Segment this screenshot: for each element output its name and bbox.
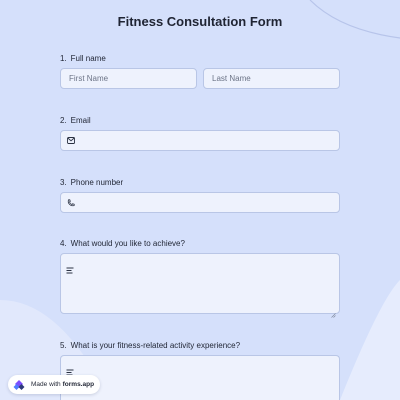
form-page: Fitness Consultation Form 1. Full name Fi… — [0, 0, 400, 400]
question-label-phone: 3. Phone number — [60, 178, 123, 187]
resize-handle-icon[interactable] — [331, 305, 336, 318]
question-number: 1. — [60, 54, 67, 63]
question-label-achieve: 4. What would you like to achieve? — [60, 239, 185, 248]
last-name-input[interactable]: Last Name — [203, 68, 340, 89]
made-with-badge[interactable]: Made with forms.app — [8, 375, 101, 394]
question-text: What would you like to achieve? — [70, 239, 185, 248]
question-label-email: 2. Email — [60, 116, 91, 125]
question-label-full-name: 1. Full name — [60, 54, 106, 63]
mail-icon — [65, 135, 77, 147]
text-lines-icon — [66, 363, 76, 376]
question-number: 4. — [60, 239, 67, 248]
first-name-input[interactable]: First Name — [60, 68, 197, 89]
badge-prefix: Made with — [31, 381, 61, 388]
question-text: Full name — [70, 54, 106, 63]
forms-app-logo-icon — [12, 378, 26, 392]
question-text: What is your fitness-related activity ex… — [70, 341, 241, 350]
badge-brand: forms.app — [62, 381, 95, 388]
experience-textarea[interactable] — [60, 355, 340, 400]
question-number: 5. — [60, 341, 67, 350]
achieve-textarea[interactable] — [60, 253, 340, 318]
first-name-placeholder: First Name — [69, 74, 109, 83]
question-number: 3. — [60, 178, 67, 187]
question-text: Email — [70, 116, 91, 125]
last-name-placeholder: Last Name — [212, 74, 251, 83]
phone-field[interactable] — [60, 192, 340, 213]
question-number: 2. — [60, 116, 67, 125]
page-title: Fitness Consultation Form — [117, 14, 283, 29]
text-lines-icon — [66, 261, 76, 274]
question-label-experience: 5. What is your fitness-related activity … — [60, 341, 240, 350]
phone-icon — [65, 197, 77, 209]
question-text: Phone number — [70, 178, 124, 187]
email-field[interactable] — [60, 130, 340, 151]
